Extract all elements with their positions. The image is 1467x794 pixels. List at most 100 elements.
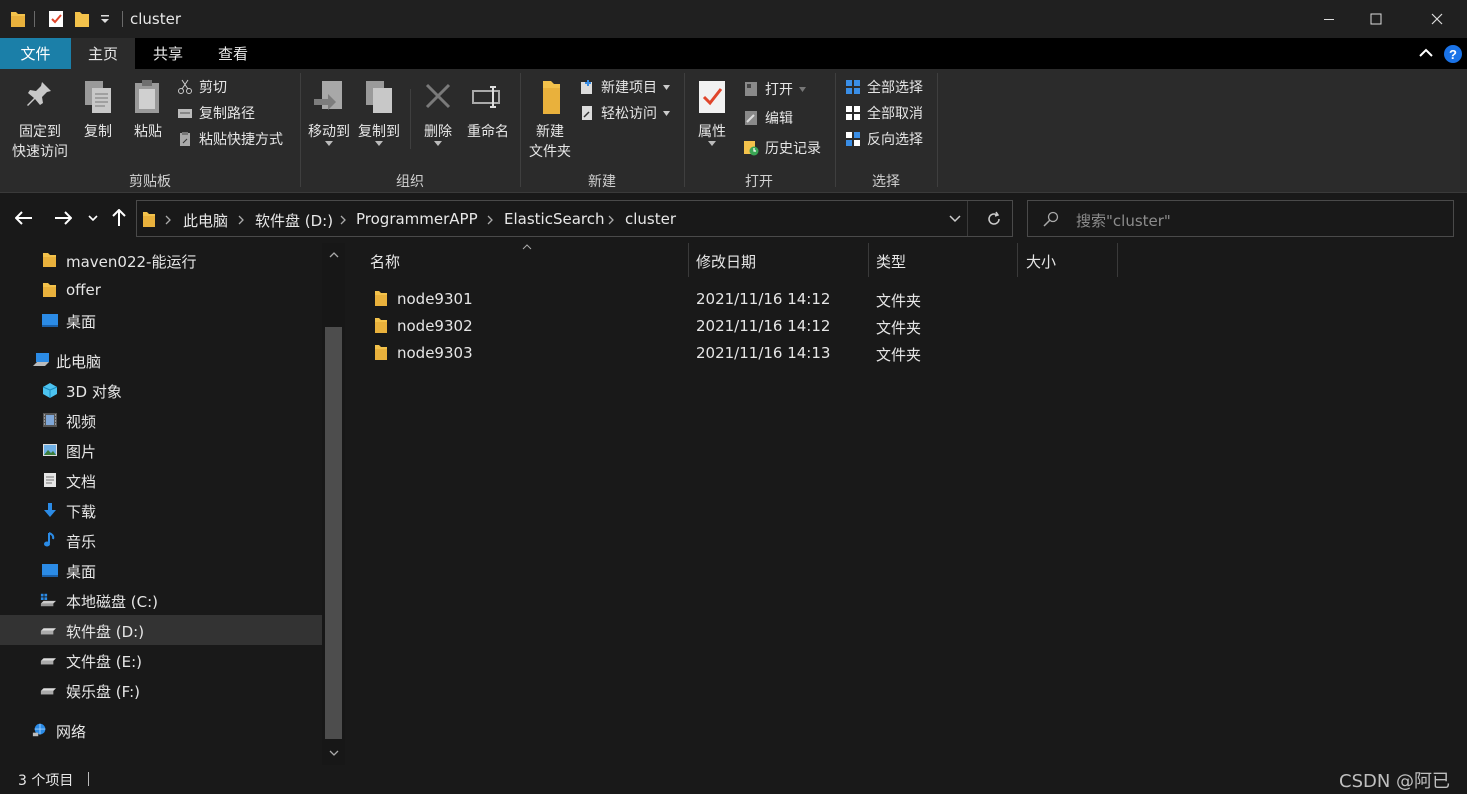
file-date: 2021/11/16 14:12 xyxy=(696,290,831,308)
desktop-icon xyxy=(42,314,58,327)
move-to-button[interactable]: 移动到 xyxy=(306,79,352,146)
recent-locations-button[interactable] xyxy=(82,206,104,230)
nav-item-drive-f[interactable]: 娱乐盘 (F:) xyxy=(0,675,322,705)
forward-button[interactable] xyxy=(51,206,75,230)
copy-path-icon xyxy=(178,109,192,118)
folder-icon xyxy=(375,318,387,333)
column-header-name[interactable]: 名称 xyxy=(370,251,400,272)
file-list: 名称 修改日期 类型 大小 node9301 2021/11/16 14:12 … xyxy=(345,243,1467,765)
maximize-icon xyxy=(1370,13,1382,25)
breadcrumb-programmerapp[interactable]: ProgrammerAPP xyxy=(356,210,478,228)
paste-button[interactable]: 粘贴 xyxy=(128,79,168,141)
table-row[interactable]: node9301 2021/11/16 14:12 文件夹 xyxy=(365,286,1465,313)
pin-to-quick-access-button[interactable]: 固定到 快速访问 xyxy=(8,79,72,161)
search-box[interactable]: 搜索"cluster" xyxy=(1027,200,1454,237)
nav-item-3d-objects[interactable]: 3D 对象 xyxy=(0,375,322,405)
breadcrumb-drive-d[interactable]: 软件盘 (D:) xyxy=(255,210,333,231)
customize-qa-dropdown-icon[interactable] xyxy=(100,11,110,25)
nav-item-drive-c[interactable]: 本地磁盘 (C:) xyxy=(0,585,322,615)
tab-share[interactable]: 共享 xyxy=(136,38,200,69)
nav-item-this-pc[interactable]: 此电脑 xyxy=(0,345,322,375)
search-input-placeholder[interactable]: 搜索"cluster" xyxy=(1076,210,1171,231)
new-folder-button[interactable]: 新建 文件夹 xyxy=(524,79,576,161)
breadcrumb-this-pc[interactable]: 此电脑 xyxy=(183,210,228,231)
cut-label: 剪切 xyxy=(199,80,227,96)
copy-path-button[interactable]: 复制路径 xyxy=(177,102,255,124)
copy-to-button[interactable]: 复制到 xyxy=(356,79,402,146)
nav-item-drive-d[interactable]: 软件盘 (D:) xyxy=(0,615,322,645)
delete-button[interactable]: 删除 xyxy=(418,79,458,146)
up-button[interactable] xyxy=(107,206,131,230)
column-header-size[interactable]: 大小 xyxy=(1026,251,1056,272)
tab-file[interactable]: 文件 xyxy=(0,38,71,69)
help-icon[interactable]: ? xyxy=(1443,44,1463,64)
nav-item-label: 3D 对象 xyxy=(66,383,122,401)
nav-scrollbar[interactable] xyxy=(322,243,345,765)
copy-button[interactable]: 复制 xyxy=(78,79,118,141)
paste-shortcut-button[interactable]: 粘贴快捷方式 xyxy=(177,128,283,150)
nav-item-documents[interactable]: 文档 xyxy=(0,465,322,495)
new-item-button[interactable]: 新建项目 xyxy=(579,76,670,98)
scroll-up-icon[interactable] xyxy=(329,252,339,258)
nav-item-offer[interactable]: offer xyxy=(0,275,322,305)
group-label-open: 打开 xyxy=(745,174,773,190)
group-label-select: 选择 xyxy=(872,174,900,190)
nav-item-videos[interactable]: 视频 xyxy=(0,405,322,435)
collapse-ribbon-icon[interactable] xyxy=(1418,46,1434,60)
column-header-type[interactable]: 类型 xyxy=(876,251,906,272)
group-divider xyxy=(835,73,836,187)
nav-item-music[interactable]: 音乐 xyxy=(0,525,322,555)
sort-ascending-icon xyxy=(522,244,532,250)
column-divider[interactable] xyxy=(1017,243,1018,277)
nav-item-pictures[interactable]: 图片 xyxy=(0,435,322,465)
edit-label: 编辑 xyxy=(765,111,793,127)
group-label-clipboard: 剪贴板 xyxy=(129,174,171,190)
scroll-down-icon[interactable] xyxy=(329,750,339,756)
cut-button[interactable]: 剪切 xyxy=(177,76,227,98)
table-row[interactable]: node9303 2021/11/16 14:13 文件夹 xyxy=(365,340,1465,367)
invert-selection-button[interactable]: 反向选择 xyxy=(845,128,923,150)
history-button[interactable]: 历史记录 xyxy=(743,137,821,159)
close-button[interactable] xyxy=(1414,0,1460,38)
chevron-right-icon xyxy=(238,215,244,225)
easy-access-button[interactable]: 轻松访问 xyxy=(579,102,670,124)
breadcrumb-elasticsearch[interactable]: ElasticSearch xyxy=(504,210,604,228)
tab-home[interactable]: 主页 xyxy=(71,38,135,69)
edit-button[interactable]: 编辑 xyxy=(743,107,793,129)
nav-item-downloads[interactable]: 下载 xyxy=(0,495,322,525)
nav-item-drive-e[interactable]: 文件盘 (E:) xyxy=(0,645,322,675)
rename-button[interactable]: 重命名 xyxy=(464,79,512,141)
file-date: 2021/11/16 14:13 xyxy=(696,344,831,362)
copy-path-label: 复制路径 xyxy=(199,106,255,122)
nav-item-network[interactable]: 网络 xyxy=(0,715,322,745)
select-all-button[interactable]: 全部选择 xyxy=(845,76,923,98)
minimize-button[interactable] xyxy=(1306,0,1352,38)
scrollbar-thumb[interactable] xyxy=(325,327,342,739)
properties-qa-icon[interactable] xyxy=(48,10,64,28)
refresh-button[interactable] xyxy=(986,211,1002,227)
new-folder-qa-icon[interactable] xyxy=(74,10,90,28)
back-button[interactable] xyxy=(12,206,36,230)
nav-item-label: 下载 xyxy=(66,503,97,521)
table-row[interactable]: node9302 2021/11/16 14:12 文件夹 xyxy=(365,313,1465,340)
column-header-date[interactable]: 修改日期 xyxy=(696,251,756,272)
column-divider[interactable] xyxy=(868,243,869,277)
address-bar[interactable]: 此电脑 软件盘 (D:) ProgrammerAPP ElasticSearch… xyxy=(136,200,1013,237)
breadcrumb-cluster[interactable]: cluster xyxy=(625,210,676,228)
copy-label: 复制 xyxy=(84,124,112,140)
column-divider[interactable] xyxy=(1117,243,1118,277)
maximize-button[interactable] xyxy=(1353,0,1399,38)
tab-view[interactable]: 查看 xyxy=(201,38,265,69)
nav-item-maven022[interactable]: maven022-能运行 xyxy=(0,245,322,275)
select-none-button[interactable]: 全部取消 xyxy=(845,102,923,124)
nav-item-desktop-quick[interactable]: 桌面 xyxy=(0,305,322,335)
properties-button[interactable]: 属性 xyxy=(692,79,732,146)
open-button[interactable]: 打开 xyxy=(743,78,806,100)
column-divider[interactable] xyxy=(688,243,689,277)
move-to-icon xyxy=(314,81,342,110)
address-dropdown-button[interactable] xyxy=(949,215,961,223)
nav-item-desktop[interactable]: 桌面 xyxy=(0,555,322,585)
chevron-down-icon xyxy=(325,141,333,146)
file-date: 2021/11/16 14:12 xyxy=(696,317,831,335)
group-divider xyxy=(684,73,685,187)
